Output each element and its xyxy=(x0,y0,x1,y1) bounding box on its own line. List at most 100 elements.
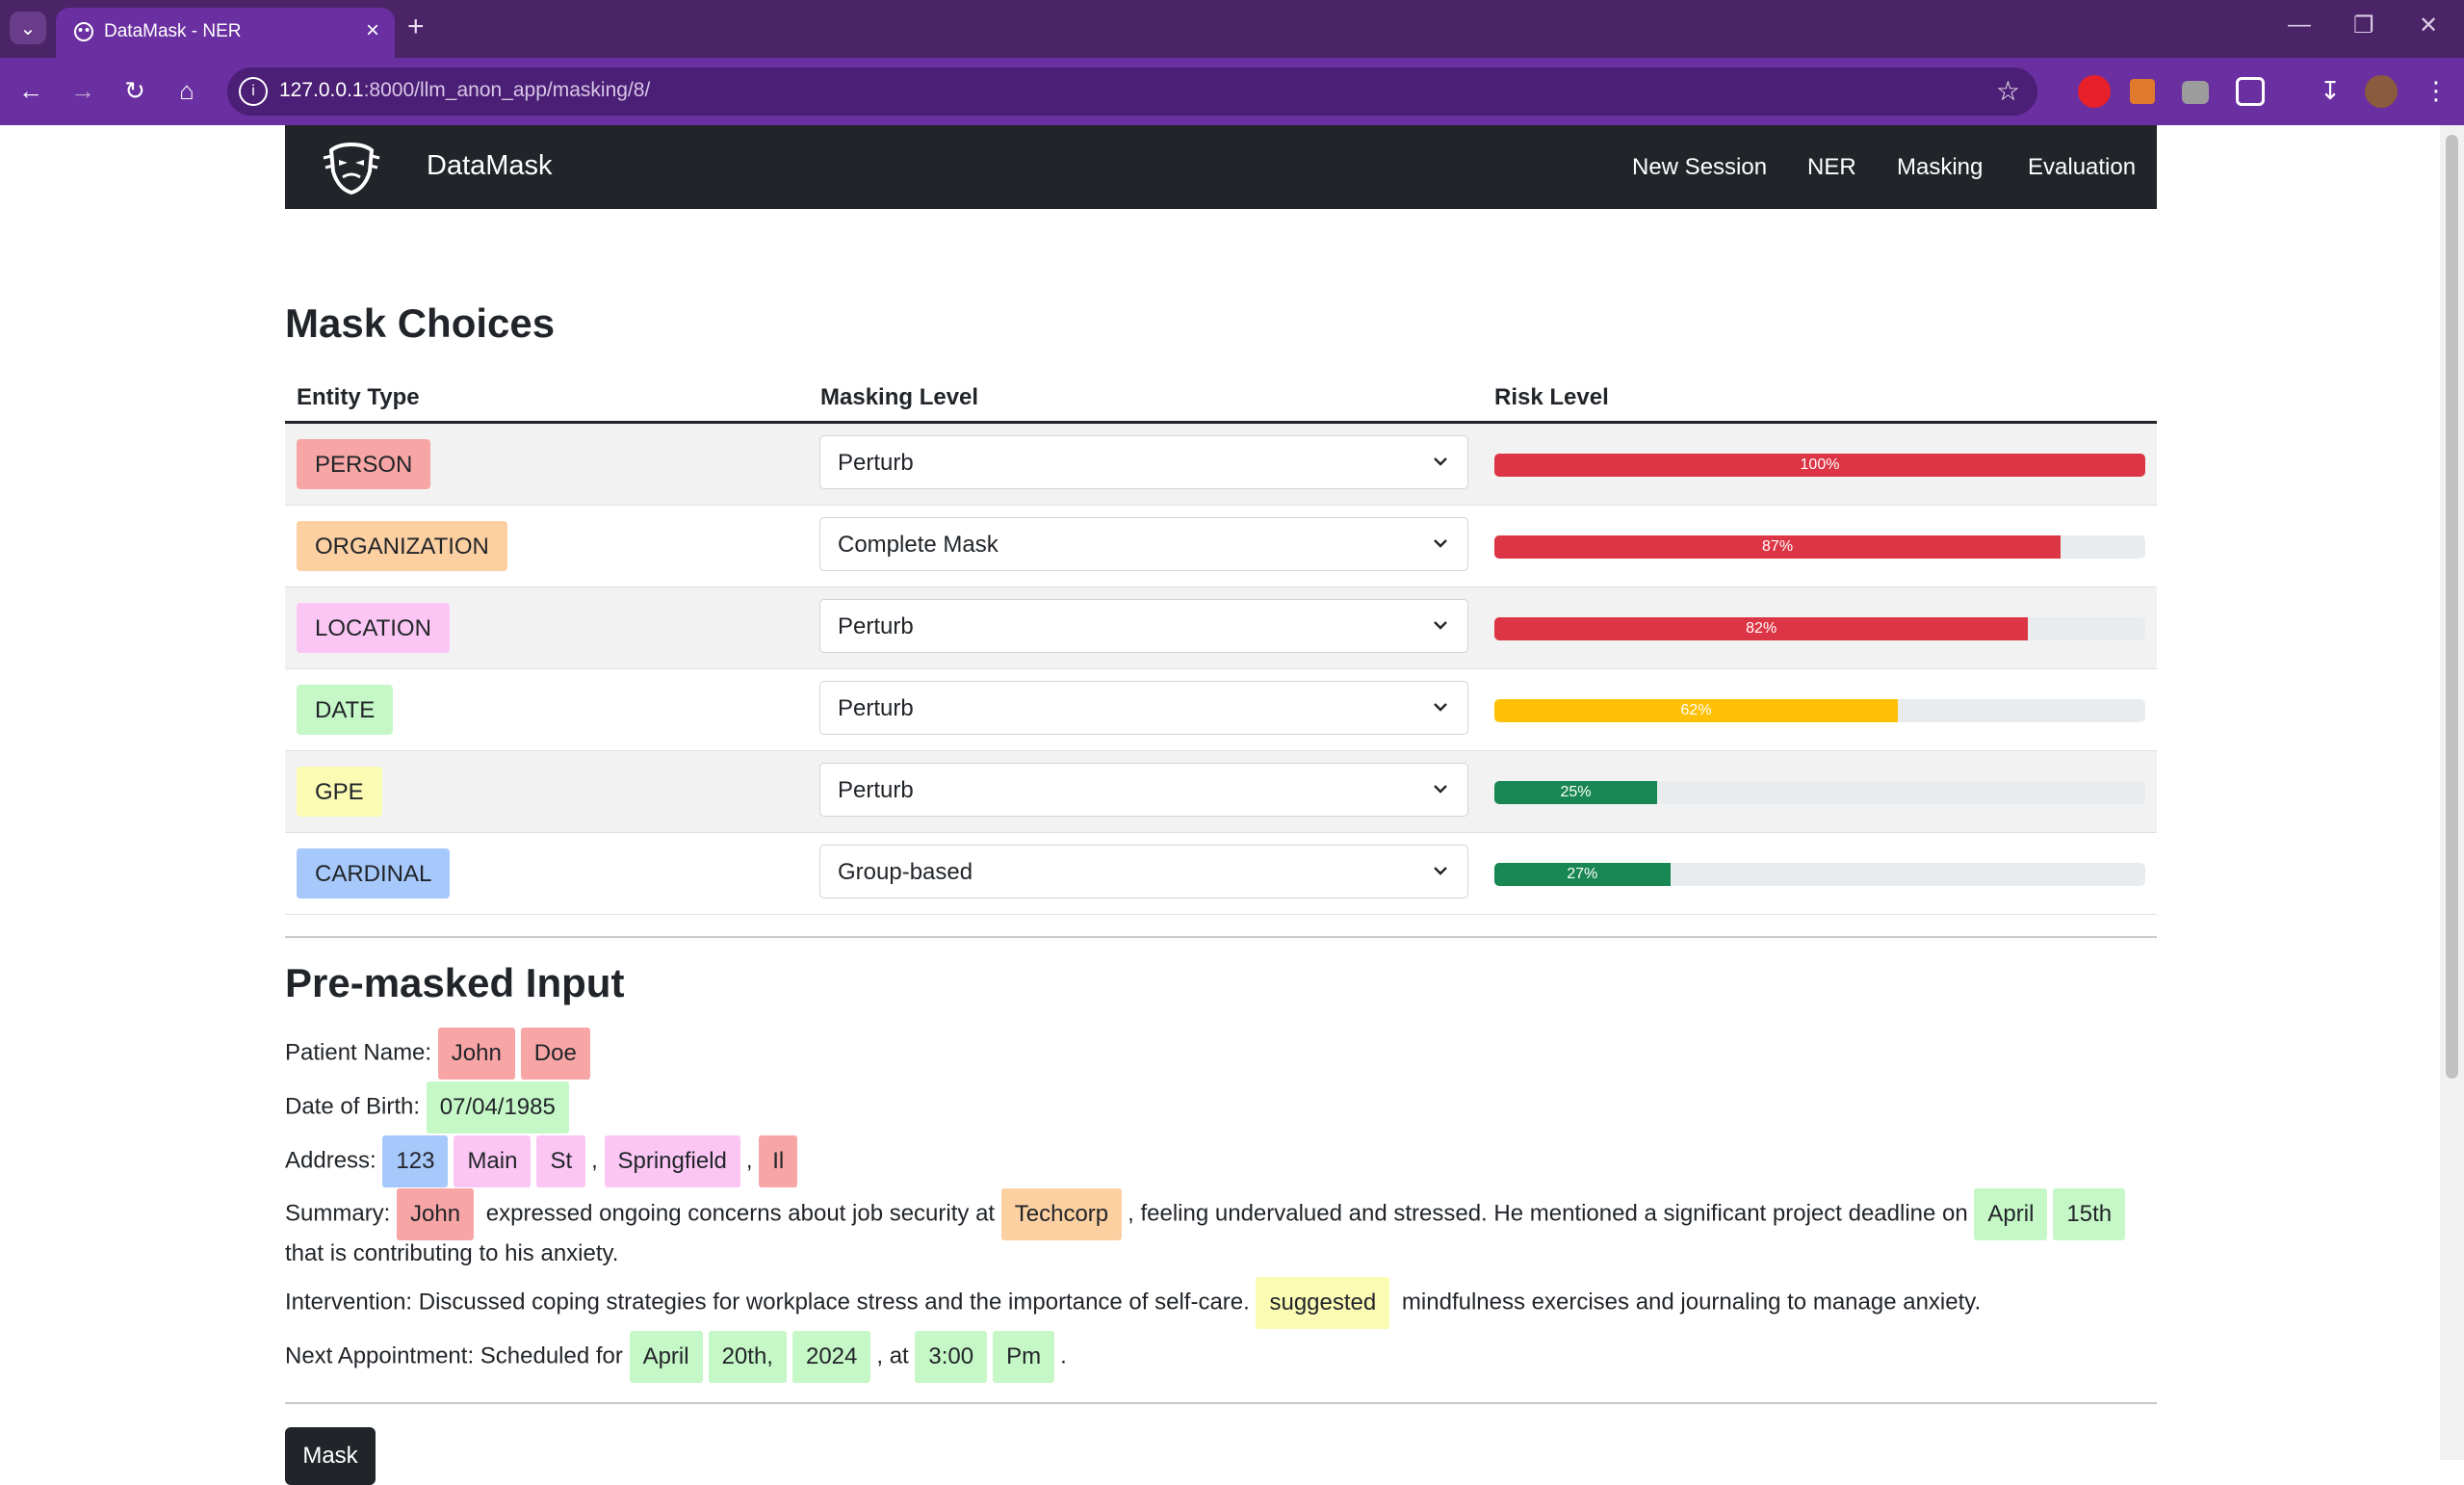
chevron-down-icon xyxy=(1434,457,1447,466)
home-icon[interactable]: ⌂ xyxy=(169,73,204,108)
entity-chip-organization[interactable]: Techcorp xyxy=(1000,1188,1123,1240)
entity-chip-location[interactable]: Main xyxy=(454,1135,532,1187)
header-entity-type: Entity Type xyxy=(297,384,420,410)
menu-kebab-icon[interactable]: ⋮ xyxy=(2419,73,2453,108)
page-scrollbar[interactable] xyxy=(2440,125,2464,1460)
header-masking-level: Masking Level xyxy=(820,384,979,410)
tab-search-button[interactable]: ⌄ xyxy=(10,12,46,44)
masking-level-select[interactable]: Perturb xyxy=(819,599,1468,653)
nav-evaluation[interactable]: Evaluation xyxy=(2028,154,2136,181)
entity-chip-date[interactable]: 07/04/1985 xyxy=(426,1081,569,1133)
entity-chip-location[interactable]: St xyxy=(536,1135,586,1187)
dob-label: Date of Birth: xyxy=(285,1093,421,1120)
masking-level-select[interactable]: Perturb xyxy=(819,763,1468,817)
app-navbar: DataMask New Session NER Masking Evaluat… xyxy=(285,125,2157,209)
table-header: Entity Type Masking Level Risk Level xyxy=(285,371,2157,424)
extension-icon[interactable] xyxy=(2078,75,2111,108)
camera-extension-icon[interactable] xyxy=(2182,81,2209,104)
summary-text: , feeling undervalued and stressed. He m… xyxy=(1128,1200,1968,1227)
comma: , xyxy=(591,1147,598,1174)
profile-avatar[interactable] xyxy=(2365,75,2398,108)
bookmark-star-icon[interactable]: ☆ xyxy=(1996,75,2020,107)
entity-chip-gpe[interactable]: suggested xyxy=(1256,1277,1390,1329)
risk-progress-bar: 87% xyxy=(1494,535,2145,559)
table-row: DATE Perturb 62% xyxy=(285,669,2157,751)
entity-type-badge: LOCATION xyxy=(297,603,450,653)
risk-progress-bar: 82% xyxy=(1494,617,2145,640)
risk-progress-fill: 27% xyxy=(1494,863,1671,886)
masking-level-value: Group-based xyxy=(838,859,973,885)
chevron-down-icon xyxy=(1434,867,1447,875)
close-icon[interactable]: × xyxy=(366,17,379,44)
appointment-end: . xyxy=(1060,1342,1067,1369)
download-icon[interactable]: ↧ xyxy=(2313,73,2347,108)
entity-chip-person[interactable]: Il xyxy=(759,1135,798,1187)
entity-chip-date[interactable]: 3:00 xyxy=(915,1331,988,1383)
entity-chip-date[interactable]: Pm xyxy=(993,1331,1055,1383)
entity-type-badge: DATE xyxy=(297,685,394,735)
address-bar[interactable]: i 127.0.0.1:8000/llm_anon_app/masking/8/… xyxy=(227,67,2037,116)
minimize-icon[interactable]: — xyxy=(2288,12,2311,39)
new-tab-button[interactable]: + xyxy=(407,10,425,44)
masking-level-select[interactable]: Complete Mask xyxy=(819,517,1468,571)
tab-title: DataMask - NER xyxy=(104,21,242,41)
mask-button[interactable]: Mask xyxy=(285,1427,376,1485)
table-row: GPE Perturb 25% xyxy=(285,751,2157,833)
entity-chip-cardinal[interactable]: 123 xyxy=(382,1135,449,1187)
risk-progress-bar: 62% xyxy=(1494,699,2145,722)
restore-icon[interactable]: ❐ xyxy=(2353,12,2374,39)
masking-level-value: Perturb xyxy=(838,777,914,803)
masking-level-select[interactable]: Perturb xyxy=(819,681,1468,735)
chevron-down-icon: ⌄ xyxy=(19,17,37,39)
nav-masking[interactable]: Masking xyxy=(1897,154,1983,181)
risk-progress-fill: 87% xyxy=(1494,535,2062,559)
theatre-mask-logo-icon[interactable] xyxy=(320,137,383,196)
entity-type-badge: ORGANIZATION xyxy=(297,521,507,571)
chevron-down-icon xyxy=(1434,621,1447,630)
address-label: Address: xyxy=(285,1147,376,1174)
nav-new-session[interactable]: New Session xyxy=(1632,154,1767,181)
entity-chip-person[interactable]: Doe xyxy=(520,1028,590,1080)
summary-text: expressed ongoing concerns about job sec… xyxy=(485,1200,996,1227)
table-row: ORGANIZATION Complete Mask 87% xyxy=(285,506,2157,587)
address-line: Address: 123 Main St, Springfield, Il xyxy=(285,1135,803,1187)
comma: , xyxy=(745,1147,753,1174)
entity-type-badge: PERSON xyxy=(297,439,431,489)
summary-label: Summary: xyxy=(285,1200,391,1227)
risk-progress-fill: 62% xyxy=(1494,699,1899,722)
scrollbar-thumb[interactable] xyxy=(2446,135,2458,1079)
summary-line-cont: that is contributing to his anxiety. xyxy=(285,1240,618,1267)
nav-ner[interactable]: NER xyxy=(1807,154,1856,181)
summary-line: Summary: John expressed ongoing concerns… xyxy=(285,1188,2131,1240)
appointment-label: Next Appointment: Scheduled for xyxy=(285,1342,623,1369)
mask-choices-title: Mask Choices xyxy=(285,300,556,346)
summary-text: that is contributing to his anxiety. xyxy=(285,1240,619,1266)
entity-chip-date[interactable]: 20th, xyxy=(708,1331,787,1383)
browser-tab[interactable]: DataMask - NER × xyxy=(56,8,395,58)
extension-icon[interactable] xyxy=(2130,79,2155,104)
entity-chip-location[interactable]: Springfield xyxy=(604,1135,740,1187)
section-divider xyxy=(285,1402,2157,1404)
entity-type-badge: GPE xyxy=(297,767,382,817)
entity-chip-date[interactable]: April xyxy=(1974,1188,2048,1240)
window-close-icon[interactable]: ✕ xyxy=(2419,12,2438,39)
url-text: 127.0.0.1:8000/llm_anon_app/masking/8/ xyxy=(279,79,651,101)
brand-name[interactable]: DataMask xyxy=(427,150,553,182)
reload-icon[interactable]: ↻ xyxy=(117,73,152,108)
chevron-down-icon xyxy=(1434,785,1447,794)
entity-chip-person[interactable]: John xyxy=(397,1188,475,1240)
chevron-down-icon xyxy=(1434,703,1447,712)
pre-masked-title: Pre-masked Input xyxy=(285,960,625,1005)
masking-level-select[interactable]: Group-based xyxy=(819,845,1468,899)
entity-chip-date[interactable]: April xyxy=(629,1331,703,1383)
entity-chip-date[interactable]: 15th xyxy=(2053,1188,2126,1240)
back-icon[interactable]: ← xyxy=(13,73,48,108)
table-row: CARDINAL Group-based 27% xyxy=(285,833,2157,915)
intervention-line: Intervention: Discussed coping strategie… xyxy=(285,1277,1981,1329)
extensions-puzzle-icon[interactable] xyxy=(2236,77,2265,106)
masking-level-select[interactable]: Perturb xyxy=(819,435,1468,489)
entity-chip-person[interactable]: John xyxy=(437,1028,515,1080)
entity-chip-date[interactable]: 2024 xyxy=(791,1331,871,1383)
forward-icon[interactable]: → xyxy=(65,73,100,108)
site-info-icon[interactable]: i xyxy=(239,77,268,106)
